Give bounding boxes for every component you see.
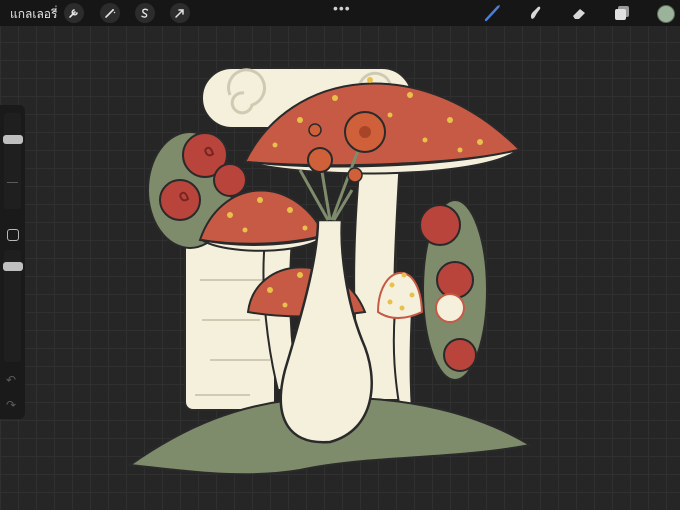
slider-marker xyxy=(7,182,18,183)
undo-icon[interactable]: ↶ xyxy=(6,373,16,387)
brush-size-thumb[interactable] xyxy=(3,135,23,144)
wrench-icon[interactable] xyxy=(64,3,84,23)
color-swatch[interactable] xyxy=(657,5,675,23)
more-options-dots[interactable]: ••• xyxy=(333,0,351,16)
opacity-thumb[interactable] xyxy=(3,262,23,271)
rose-bush-right xyxy=(419,199,488,381)
top-toolbar: แกลเลอรี่ ••• xyxy=(0,0,680,26)
layers-icon[interactable] xyxy=(612,3,632,23)
modify-square-button[interactable] xyxy=(7,229,19,241)
brush-icon[interactable] xyxy=(483,3,503,23)
smudge-icon[interactable] xyxy=(526,3,546,23)
selection-s-icon[interactable] xyxy=(135,3,155,23)
gallery-button[interactable]: แกลเลอรี่ xyxy=(10,5,57,24)
left-sidebar: ↶ ↷ xyxy=(0,105,25,419)
magic-wand-icon[interactable] xyxy=(100,3,120,23)
redo-icon[interactable]: ↷ xyxy=(6,398,16,412)
eraser-icon[interactable] xyxy=(569,3,589,23)
arrow-cursor-icon[interactable] xyxy=(170,3,190,23)
brush-size-slider[interactable] xyxy=(4,113,21,209)
mushroom-artwork xyxy=(127,67,533,476)
